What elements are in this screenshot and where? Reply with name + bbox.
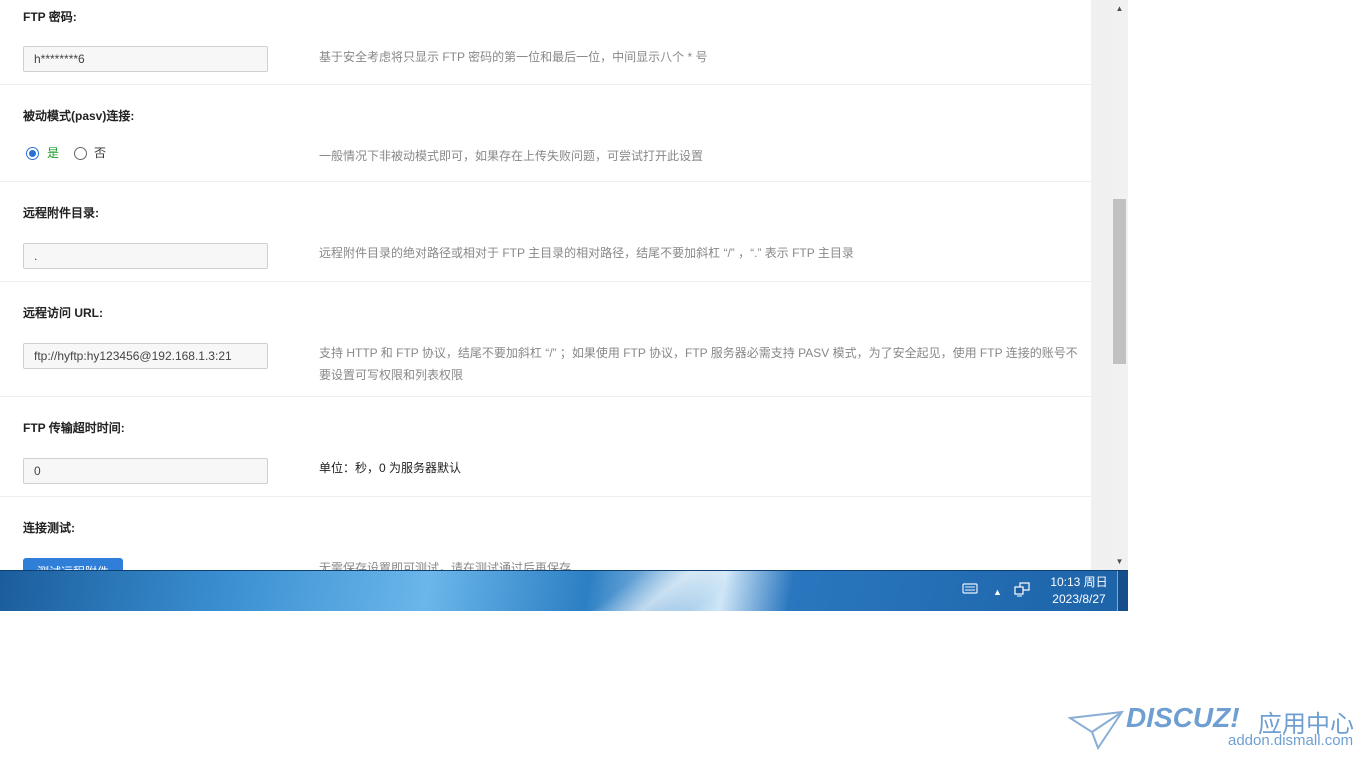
remote-dir-label: 远程附件目录: bbox=[23, 206, 99, 220]
remote-dir-row: 远程附件目录: 远程附件目录的绝对路径或相对于 FTP 主目录的相对路径，结尾不… bbox=[0, 182, 1091, 282]
ftp-password-label: FTP 密码: bbox=[23, 10, 77, 24]
remote-url-row: 远程访问 URL: 支持 HTTP 和 FTP 协议，结尾不要加斜杠 “/” ；… bbox=[0, 282, 1091, 397]
test-remote-attachment-button[interactable]: 测试远程附件 bbox=[23, 558, 123, 570]
watermark-brand: DISCUZ! bbox=[1126, 702, 1240, 733]
windows-taskbar: ▲ 10:13 周日 2023/8/27 bbox=[0, 570, 1128, 611]
pasv-yes-label[interactable]: 是 bbox=[47, 146, 59, 161]
pasv-yes-radio[interactable] bbox=[26, 147, 39, 160]
timeout-label: FTP 传输超时时间: bbox=[23, 421, 125, 435]
scroll-thumb[interactable] bbox=[1113, 199, 1126, 364]
connection-test-help: 无需保存设置即可测试，请在测试通过后再保存 bbox=[319, 561, 572, 570]
ftp-password-input[interactable] bbox=[23, 46, 268, 72]
settings-panel: FTP 密码: 基于安全考虑将只显示 FTP 密码的第一位和最后一位，中间显示八… bbox=[0, 0, 1091, 570]
ftp-password-row: FTP 密码: 基于安全考虑将只显示 FTP 密码的第一位和最后一位，中间显示八… bbox=[0, 0, 1091, 85]
remote-url-help: 支持 HTTP 和 FTP 协议，结尾不要加斜杠 “/” ；如果使用 FTP 协… bbox=[319, 346, 1078, 382]
show-hidden-icons-arrow-icon[interactable]: ▲ bbox=[993, 583, 1002, 601]
connection-test-label: 连接测试: bbox=[23, 521, 75, 535]
vertical-scrollbar[interactable]: ▲ ▼ bbox=[1111, 0, 1128, 570]
timeout-row: FTP 传输超时时间: 单位：秒，0 为服务器默认 bbox=[0, 397, 1091, 497]
system-clock[interactable]: 10:13 周日 2023/8/27 bbox=[1040, 574, 1118, 608]
pasv-no-label[interactable]: 否 bbox=[94, 146, 106, 161]
pasv-no-radio[interactable] bbox=[74, 147, 87, 160]
pasv-row: 被动模式(pasv)连接: 一般情况下非被动模式即可，如果存在上传失败问题，可尝… bbox=[0, 85, 1091, 182]
keyboard-icon[interactable] bbox=[962, 581, 978, 600]
show-desktop-button[interactable] bbox=[1117, 571, 1128, 611]
paper-plane-icon bbox=[1068, 710, 1124, 750]
remote-dir-input[interactable] bbox=[23, 243, 268, 269]
clock-time: 10:13 周日 bbox=[1050, 575, 1108, 589]
pasv-label: 被动模式(pasv)连接: bbox=[23, 109, 135, 123]
discuz-watermark: DISCUZ! 应用中心 addon.dismall.com bbox=[1068, 702, 1358, 762]
clock-date: 2023/8/27 bbox=[1052, 592, 1106, 606]
connection-test-row: 连接测试: 无需保存设置即可测试，请在测试通过后再保存 bbox=[0, 497, 1091, 570]
timeout-input[interactable] bbox=[23, 458, 268, 484]
scroll-up-arrow-icon[interactable]: ▲ bbox=[1111, 0, 1128, 17]
watermark-url: addon.dismall.com bbox=[1228, 732, 1354, 749]
remote-dir-help: 远程附件目录的绝对路径或相对于 FTP 主目录的相对路径，结尾不要加斜杠 “/”… bbox=[319, 246, 854, 260]
timeout-help: 单位：秒，0 为服务器默认 bbox=[319, 461, 462, 475]
pasv-help: 一般情况下非被动模式即可，如果存在上传失败问题，可尝试打开此设置 bbox=[319, 149, 704, 163]
side-gap bbox=[1091, 0, 1111, 570]
network-icon[interactable] bbox=[1014, 581, 1030, 602]
ftp-password-help: 基于安全考虑将只显示 FTP 密码的第一位和最后一位，中间显示八个 * 号 bbox=[319, 50, 708, 64]
scroll-down-arrow-icon[interactable]: ▼ bbox=[1111, 553, 1128, 570]
remote-url-label: 远程访问 URL: bbox=[23, 306, 103, 320]
taskbar-glow bbox=[528, 571, 792, 611]
remote-url-input[interactable] bbox=[23, 343, 268, 369]
